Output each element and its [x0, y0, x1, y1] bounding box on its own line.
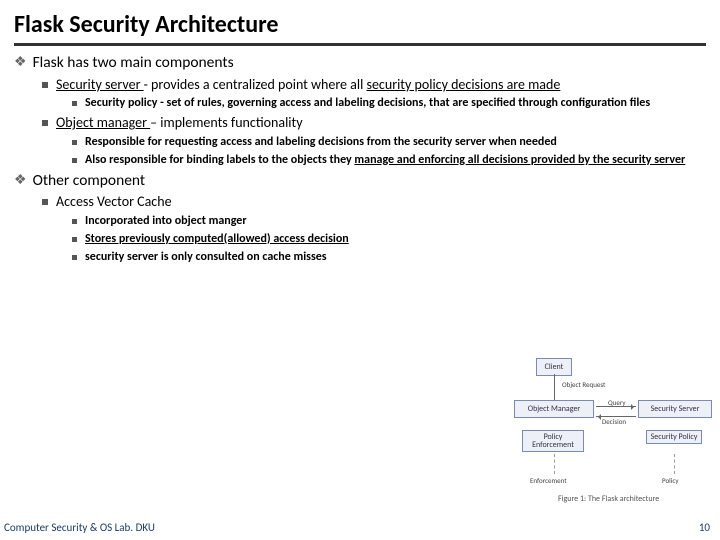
square-bullet-icon [72, 158, 77, 163]
l3-text: Responsible for requesting access and la… [85, 135, 557, 150]
bullet-l3: Responsible for requesting access and la… [72, 135, 706, 150]
diag-dashed-line [674, 454, 675, 474]
diag-label-request: Object Request [562, 380, 605, 389]
plain-text: – implements functionality [150, 114, 302, 131]
diag-pe-box: Policy Enforcement [522, 430, 584, 452]
diag-om-box: Object Manager [514, 400, 594, 418]
bullet-l3: Security policy - set of rules, governin… [72, 96, 706, 111]
bullet-l2: Object manager – implements functionalit… [42, 114, 706, 132]
square-bullet-icon [72, 237, 77, 242]
bullet-l3: Incorporated into object manger [72, 214, 706, 229]
l2-text: Access Vector Cache [56, 193, 172, 211]
ul-text: security policy decisions are made [366, 76, 560, 93]
slide-content: ❖ Flask has two main components Security… [0, 54, 720, 265]
plain-text: Also responsible for binding labels to t… [85, 153, 354, 167]
diag-label-enforcement: Enforcement [530, 476, 567, 485]
bullet-l2: Access Vector Cache [42, 193, 706, 211]
diamond-bullet-icon: ❖ [14, 54, 27, 71]
diag-sp-box: Security Policy [646, 430, 702, 444]
l3-text: Security policy - set of rules, governin… [85, 96, 650, 111]
bullet-l2: Security server - provides a centralized… [42, 76, 706, 94]
diag-dashed-line [554, 454, 555, 474]
l1-text: Other component [33, 172, 146, 191]
bullet-l1: ❖ Flask has two main components [14, 54, 706, 73]
square-bullet-icon [72, 140, 77, 145]
ul-text: Security server [56, 76, 144, 93]
bullet-l3: Also responsible for binding labels to t… [72, 153, 706, 168]
l3-text: Also responsible for binding labels to t… [85, 153, 685, 168]
slide-title: Flask Security Architecture [0, 0, 720, 43]
l2-text: Security server - provides a centralized… [56, 76, 560, 94]
l1-text: Flask has two main components [33, 54, 234, 73]
square-bullet-icon [72, 219, 77, 224]
diag-line [554, 374, 555, 400]
plain-text: - provides a centralized point where all [144, 76, 367, 93]
title-divider [14, 43, 706, 46]
square-bullet-icon [72, 255, 77, 260]
l3-text: security server is only consulted on cac… [85, 250, 327, 265]
l2-text: Object manager – implements functionalit… [56, 114, 303, 132]
diamond-bullet-icon: ❖ [14, 172, 27, 189]
diag-label-query: Query [608, 398, 626, 407]
bullet-l1: ❖ Other component [14, 172, 706, 191]
slide-footer: Computer Security & OS Lab. DKU 10 [4, 521, 710, 534]
l3-text: Incorporated into object manger [85, 214, 247, 229]
diag-caption: Figure 1: The Flask architecture [558, 494, 659, 504]
square-bullet-icon [42, 120, 48, 126]
diag-label-policy: Policy [662, 476, 679, 485]
bullet-l3: security server is only consulted on cac… [72, 250, 706, 265]
slide-number: 10 [699, 521, 710, 534]
bullet-l3: Stores previously computed(allowed) acce… [72, 232, 706, 247]
square-bullet-icon [42, 199, 48, 205]
l3-text: Stores previously computed(allowed) acce… [85, 232, 349, 247]
diag-label-decision: Decision [602, 417, 626, 426]
diag-ss-box: Security Server [638, 400, 712, 418]
square-bullet-icon [72, 101, 77, 106]
ul-text: manage and enforcing all decisions provi… [354, 153, 685, 167]
square-bullet-icon [42, 82, 48, 88]
footer-lab-name: Computer Security & OS Lab. DKU [4, 521, 155, 534]
ul-text: Object manager [56, 114, 150, 131]
